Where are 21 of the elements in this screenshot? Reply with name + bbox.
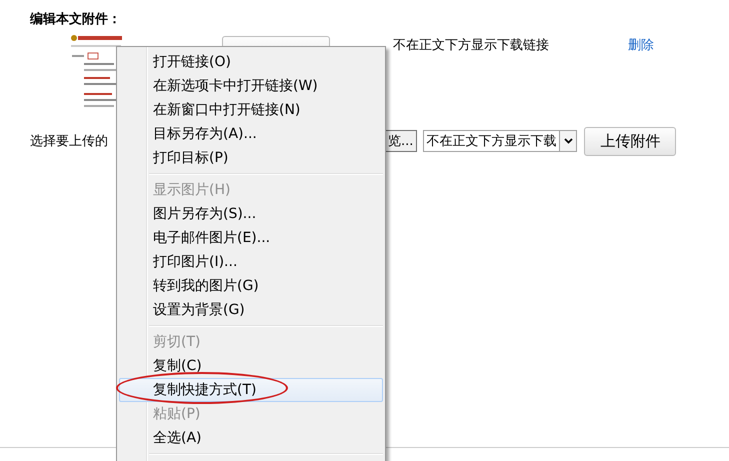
menu-item[interactable]: 复制快捷方式(T) [119,378,383,402]
menu-item[interactable]: 复制(C) [119,354,383,378]
menu-item[interactable]: 在新窗口中打开链接(N) [119,98,383,122]
menu-item[interactable]: 电子邮件图片(E)... [119,226,383,250]
menu-item[interactable]: 转到我的图片(G) [119,274,383,298]
upload-button[interactable]: 上传附件 [584,126,676,156]
display-select[interactable]: 不在正文下方显示下载 [423,130,578,152]
menu-item[interactable]: 打开链接(O) [119,50,383,74]
menu-item[interactable]: 打印图片(I)... [119,250,383,274]
delete-link[interactable]: 删除 [628,36,654,54]
menu-item[interactable]: 目标另存为(A)... [119,122,383,146]
menu-item[interactable]: 设置为背景(G) [119,298,383,322]
chevron-down-icon[interactable] [564,138,573,144]
section-heading: 编辑本文附件： [30,10,122,28]
menu-item[interactable]: 全选(A) [119,426,383,450]
browse-button[interactable]: 览... [384,130,418,152]
menu-item[interactable]: 打印目标(P) [119,146,383,170]
menu-item[interactable]: 图片另存为(S)... [119,202,383,226]
menu-item[interactable]: 在新选项卡中打开链接(W) [119,74,383,98]
upload-label: 选择要上传的 [30,133,108,150]
display-option-text: 不在正文下方显示下载链接 [393,37,549,54]
